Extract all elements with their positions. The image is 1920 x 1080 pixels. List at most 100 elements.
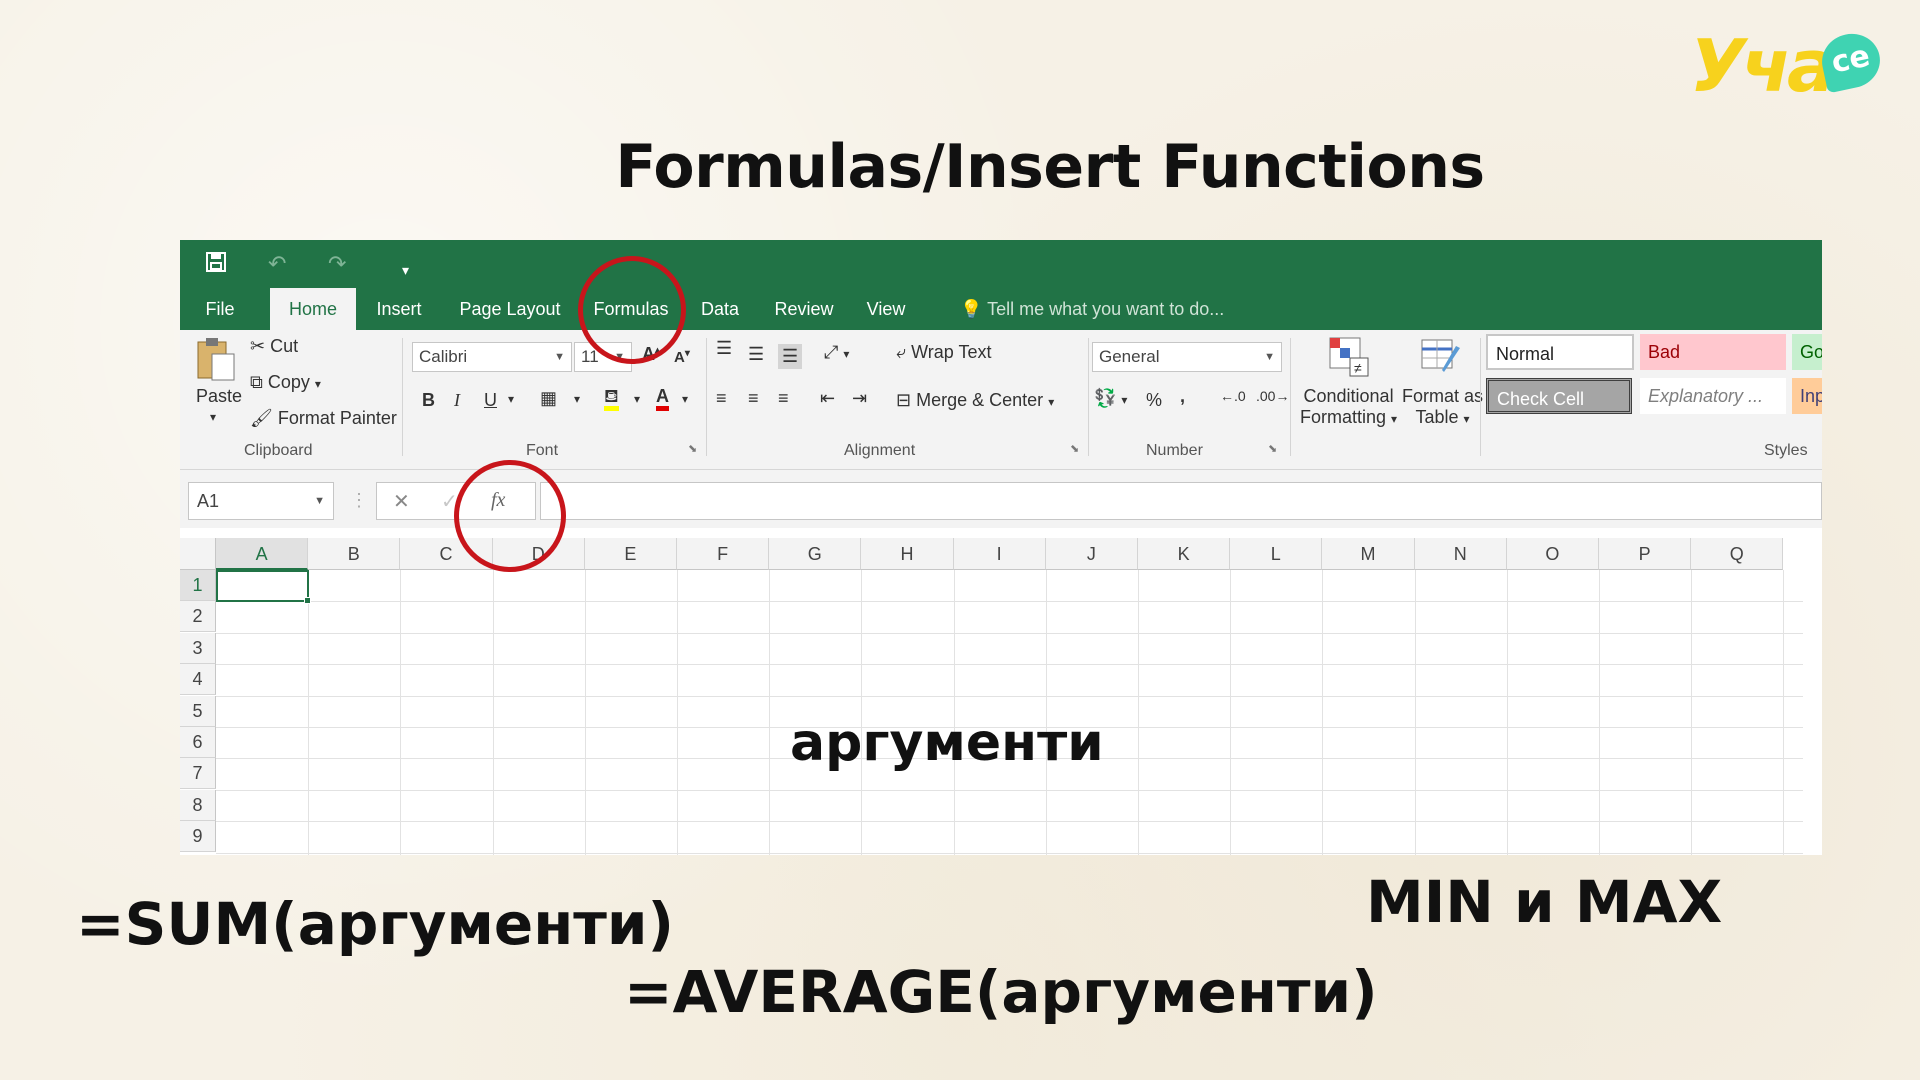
bold-button[interactable]: B xyxy=(422,390,435,411)
row-header-3[interactable]: 3 xyxy=(180,632,216,664)
cut-button[interactable]: ✂ Cut xyxy=(250,336,298,357)
orientation-icon[interactable]: ⤢ ▾ xyxy=(824,342,849,363)
column-header-p[interactable]: P xyxy=(1599,538,1692,570)
row-header-1[interactable]: 1 xyxy=(180,570,216,601)
conditional-formatting-button[interactable]: Conditional Formatting ▾ xyxy=(1300,386,1397,428)
tab-file[interactable]: File xyxy=(190,288,250,330)
fill-color-dropdown-icon[interactable]: ▾ xyxy=(634,392,640,406)
gridline xyxy=(1138,570,1139,855)
formula-input[interactable] xyxy=(540,482,1822,520)
column-header-e[interactable]: E xyxy=(584,538,677,570)
accounting-format-icon[interactable]: 💱 ▾ xyxy=(1094,388,1127,409)
paste-dropdown-icon[interactable]: ▾ xyxy=(210,410,216,424)
active-cell[interactable] xyxy=(216,570,309,602)
decrease-indent-icon[interactable]: ⇤ xyxy=(820,388,835,409)
merge-center-button[interactable]: ⊟ Merge & Center ▾ xyxy=(896,390,1054,411)
style-input[interactable]: Inp xyxy=(1792,378,1822,414)
alignment-dialog-launcher-icon[interactable]: ⬊ xyxy=(1070,442,1079,455)
column-header-h[interactable]: H xyxy=(861,538,954,570)
cancel-icon[interactable]: ✕ xyxy=(393,489,410,514)
copy-button[interactable]: ⧉ Copy ▾ xyxy=(250,372,321,393)
title-bar: ↶ ↷ ▾ xyxy=(180,240,1822,288)
annotation-circle-formulas xyxy=(578,256,686,364)
paste-button[interactable]: Paste xyxy=(196,386,242,407)
column-header-f[interactable]: F xyxy=(677,538,770,570)
style-normal[interactable]: Normal xyxy=(1486,334,1634,370)
underline-dropdown-icon[interactable]: ▾ xyxy=(508,392,514,406)
column-header-n[interactable]: N xyxy=(1414,538,1507,570)
column-header-q[interactable]: Q xyxy=(1691,538,1784,570)
align-bottom-icon[interactable]: ☰ xyxy=(778,344,803,369)
font-color-icon[interactable]: A xyxy=(656,386,669,411)
gridline xyxy=(1414,570,1416,855)
style-check-cell[interactable]: Check Cell xyxy=(1486,378,1632,414)
align-center-icon[interactable]: ≡ xyxy=(748,388,759,409)
name-box[interactable]: A1 ▼ xyxy=(188,482,334,520)
column-header-g[interactable]: G xyxy=(769,538,862,570)
customize-toolbar-icon[interactable]: ▾ xyxy=(402,256,409,284)
column-header-l[interactable]: L xyxy=(1230,538,1323,570)
column-header-a[interactable]: A xyxy=(216,538,309,570)
format-as-table-button[interactable]: Format as Table ▾ xyxy=(1402,386,1483,428)
align-middle-icon[interactable]: ☰ xyxy=(748,344,764,365)
style-good[interactable]: Go xyxy=(1792,334,1822,370)
paste-icon[interactable] xyxy=(194,336,238,382)
column-header-o[interactable]: O xyxy=(1506,538,1599,570)
font-dialog-launcher-icon[interactable]: ⬊ xyxy=(688,442,697,455)
number-dialog-launcher-icon[interactable]: ⬊ xyxy=(1268,442,1277,455)
align-left-icon[interactable]: ≡ xyxy=(716,388,727,409)
tab-data[interactable]: Data xyxy=(692,288,748,330)
row-header-2[interactable]: 2 xyxy=(180,601,216,633)
tab-view[interactable]: View xyxy=(858,288,914,330)
borders-icon[interactable]: ▦ xyxy=(540,388,557,409)
uchase-logo: Уча се xyxy=(1690,26,1890,106)
redo-icon[interactable]: ↷ xyxy=(328,250,346,278)
column-header-j[interactable]: J xyxy=(1045,538,1138,570)
column-header-m[interactable]: M xyxy=(1322,538,1415,570)
gridline xyxy=(1506,570,1508,855)
style-bad[interactable]: Bad xyxy=(1640,334,1786,370)
comma-style-button[interactable]: , xyxy=(1180,386,1185,407)
column-header-i[interactable]: I xyxy=(953,538,1046,570)
align-right-icon[interactable]: ≡ xyxy=(778,388,789,409)
tab-insert[interactable]: Insert xyxy=(366,288,432,330)
spreadsheet-grid: ABCDEFGHIJKLMNOPQ123456789 xyxy=(180,538,1822,855)
wrap-text-button[interactable]: ⤶ Wrap Text xyxy=(896,342,991,363)
select-all-corner[interactable] xyxy=(180,538,216,570)
format-painter-button[interactable]: 🖌 Format Painter xyxy=(250,408,397,429)
italic-button[interactable]: I xyxy=(454,390,460,411)
align-top-icon[interactable]: ☰ xyxy=(716,338,732,359)
fill-handle[interactable] xyxy=(304,597,311,604)
column-header-k[interactable]: K xyxy=(1138,538,1231,570)
decrease-font-icon[interactable]: A▾ xyxy=(674,348,690,366)
style-explanatory[interactable]: Explanatory ... xyxy=(1640,378,1786,414)
borders-dropdown-icon[interactable]: ▾ xyxy=(574,392,580,406)
conditional-formatting-icon[interactable]: ≠ xyxy=(1326,334,1370,384)
tab-home[interactable]: Home xyxy=(270,288,356,330)
fill-color-icon[interactable]: ⛾ xyxy=(604,386,619,411)
row-header-5[interactable]: 5 xyxy=(180,695,216,727)
save-icon[interactable] xyxy=(204,250,228,281)
formula-bar: A1 ▼ ⋮ ✕ ✓ fx xyxy=(180,470,1822,528)
underline-button[interactable]: U xyxy=(484,390,497,411)
font-name-select[interactable]: Calibri ▼ xyxy=(412,342,572,372)
row-header-4[interactable]: 4 xyxy=(180,664,216,696)
row-header-9[interactable]: 9 xyxy=(180,821,216,853)
decrease-decimal-icon[interactable]: .00→ xyxy=(1256,388,1289,404)
row-header-7[interactable]: 7 xyxy=(180,758,216,790)
increase-decimal-icon[interactable]: ←.0 xyxy=(1220,388,1246,404)
format-as-table-icon[interactable] xyxy=(1418,334,1462,384)
column-header-b[interactable]: B xyxy=(308,538,401,570)
undo-icon[interactable]: ↶ xyxy=(268,250,286,278)
number-format-select[interactable]: General ▼ xyxy=(1092,342,1282,372)
tab-review[interactable]: Review xyxy=(764,288,844,330)
increase-indent-icon[interactable]: ⇥ xyxy=(852,388,867,409)
row-header-8[interactable]: 8 xyxy=(180,789,216,821)
font-color-dropdown-icon[interactable]: ▾ xyxy=(682,392,688,406)
separator xyxy=(1088,338,1089,456)
separator xyxy=(1480,338,1481,456)
percent-style-button[interactable]: % xyxy=(1146,390,1162,411)
row-header-6[interactable]: 6 xyxy=(180,727,216,758)
tab-page-layout[interactable]: Page Layout xyxy=(448,288,572,330)
tell-me-search[interactable]: 💡 Tell me what you want to do... xyxy=(960,288,1230,330)
